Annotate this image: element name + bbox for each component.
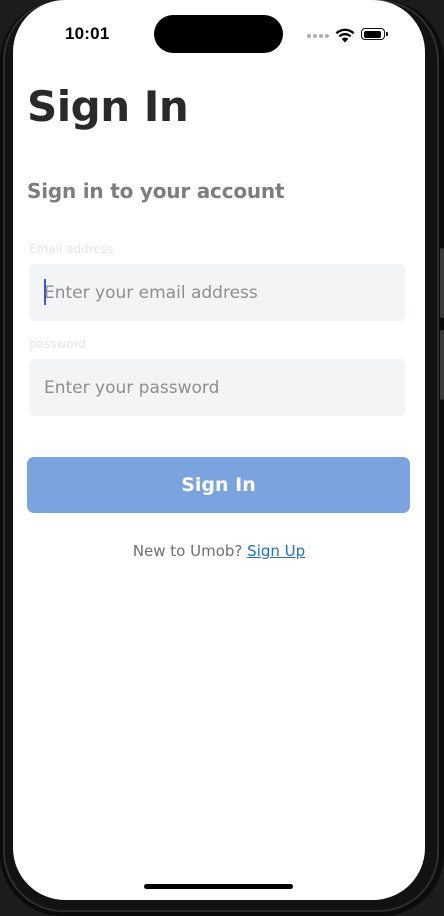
home-indicator[interactable] (144, 884, 293, 889)
cellular-signal-icon (307, 34, 329, 39)
text-cursor (44, 279, 46, 305)
email-field[interactable] (29, 264, 405, 321)
app-screen: 10:01 Sign In Sign in to your account Em… (13, 0, 425, 900)
wifi-icon (335, 28, 355, 43)
dynamic-island (154, 15, 283, 53)
password-field[interactable] (29, 359, 405, 416)
sign-in-button[interactable]: Sign In (27, 457, 410, 513)
signup-prompt-text: New to Umob? (132, 542, 243, 560)
page-subtitle: Sign in to your account (27, 179, 285, 203)
side-button (440, 248, 444, 318)
page-title: Sign In (27, 82, 189, 131)
password-label: password (29, 337, 86, 351)
status-bar: 10:01 (13, 0, 425, 62)
side-button (440, 330, 444, 400)
battery-icon (361, 28, 385, 40)
sign-up-link[interactable]: Sign Up (247, 542, 305, 560)
status-icons (307, 27, 399, 43)
phone-frame: 10:01 Sign In Sign in to your account Em… (0, 0, 444, 916)
battery-cap (386, 32, 388, 36)
email-label: Email address (29, 242, 114, 256)
signup-prompt: New to Umob? Sign Up (13, 542, 425, 560)
status-time: 10:01 (65, 24, 110, 43)
